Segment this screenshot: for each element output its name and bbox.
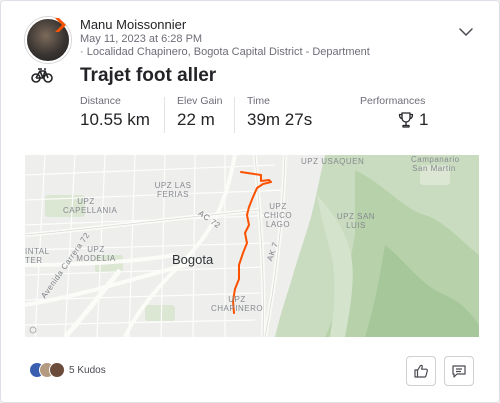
comment-button[interactable] [444,356,474,386]
map-label: UPZ CHAPINERO [211,295,264,313]
activity-location: · Localidad Chapinero, Bogota Capital Di… [80,46,370,58]
stat-label: Time [247,95,270,107]
stat-divider [164,97,165,133]
athlete-name[interactable]: Manu Moissonnier [80,17,186,32]
trophy-icon [398,112,414,128]
activity-map[interactable]: UPZ USAQUEN Campanario San Martin UPZ LA… [25,155,479,337]
stat-divider [234,97,235,133]
map-label: UPZ CAPELLANIA [63,197,118,215]
map-label: UPZ CHICO LAGO [263,202,293,229]
map-label: UPZ SAN LUIS [336,212,376,230]
kudos-avatar [49,362,65,378]
stat-distance: Distance 10.55 km [80,95,150,130]
stat-elev-gain: Elev Gain 22 m [177,95,223,130]
performances-count: 1 [419,110,429,129]
stat-value: 22 m [177,110,215,129]
comment-icon [452,365,466,378]
performances-row: 1 [360,110,428,130]
stat-value: 10.55 km [80,110,150,129]
kudos-button[interactable] [406,356,436,386]
stat-label: Performances [360,95,426,107]
chevron-down-icon[interactable] [457,23,475,41]
stat-label: Distance [80,95,121,107]
stat-value: 39m 27s [247,110,313,129]
map-label: INTAL TER [25,247,50,265]
activity-card: Manu Moissonnier May 11, 2023 at 6:28 PM… [0,0,500,403]
bike-icon [31,68,53,83]
map-city-label: Bogota [172,252,214,267]
subscriber-badge-icon [55,18,66,32]
kudos-avatars[interactable] [29,362,69,380]
activity-timestamp: May 11, 2023 at 6:28 PM [80,33,203,45]
thumbs-up-icon [414,364,428,378]
map-label: UPZ USAQUEN [301,157,365,166]
map-label: Campanario San Martin [411,155,460,173]
stat-time: Time 39m 27s [247,95,312,130]
activity-title[interactable]: Trajet foot aller [80,65,216,87]
kudos-count[interactable]: 5 Kudos [69,365,106,376]
stat-performances[interactable]: Performances 1 [360,95,428,130]
stat-label: Elev Gain [177,95,223,107]
map-label: UPZ LAS FERIAS [154,181,192,199]
